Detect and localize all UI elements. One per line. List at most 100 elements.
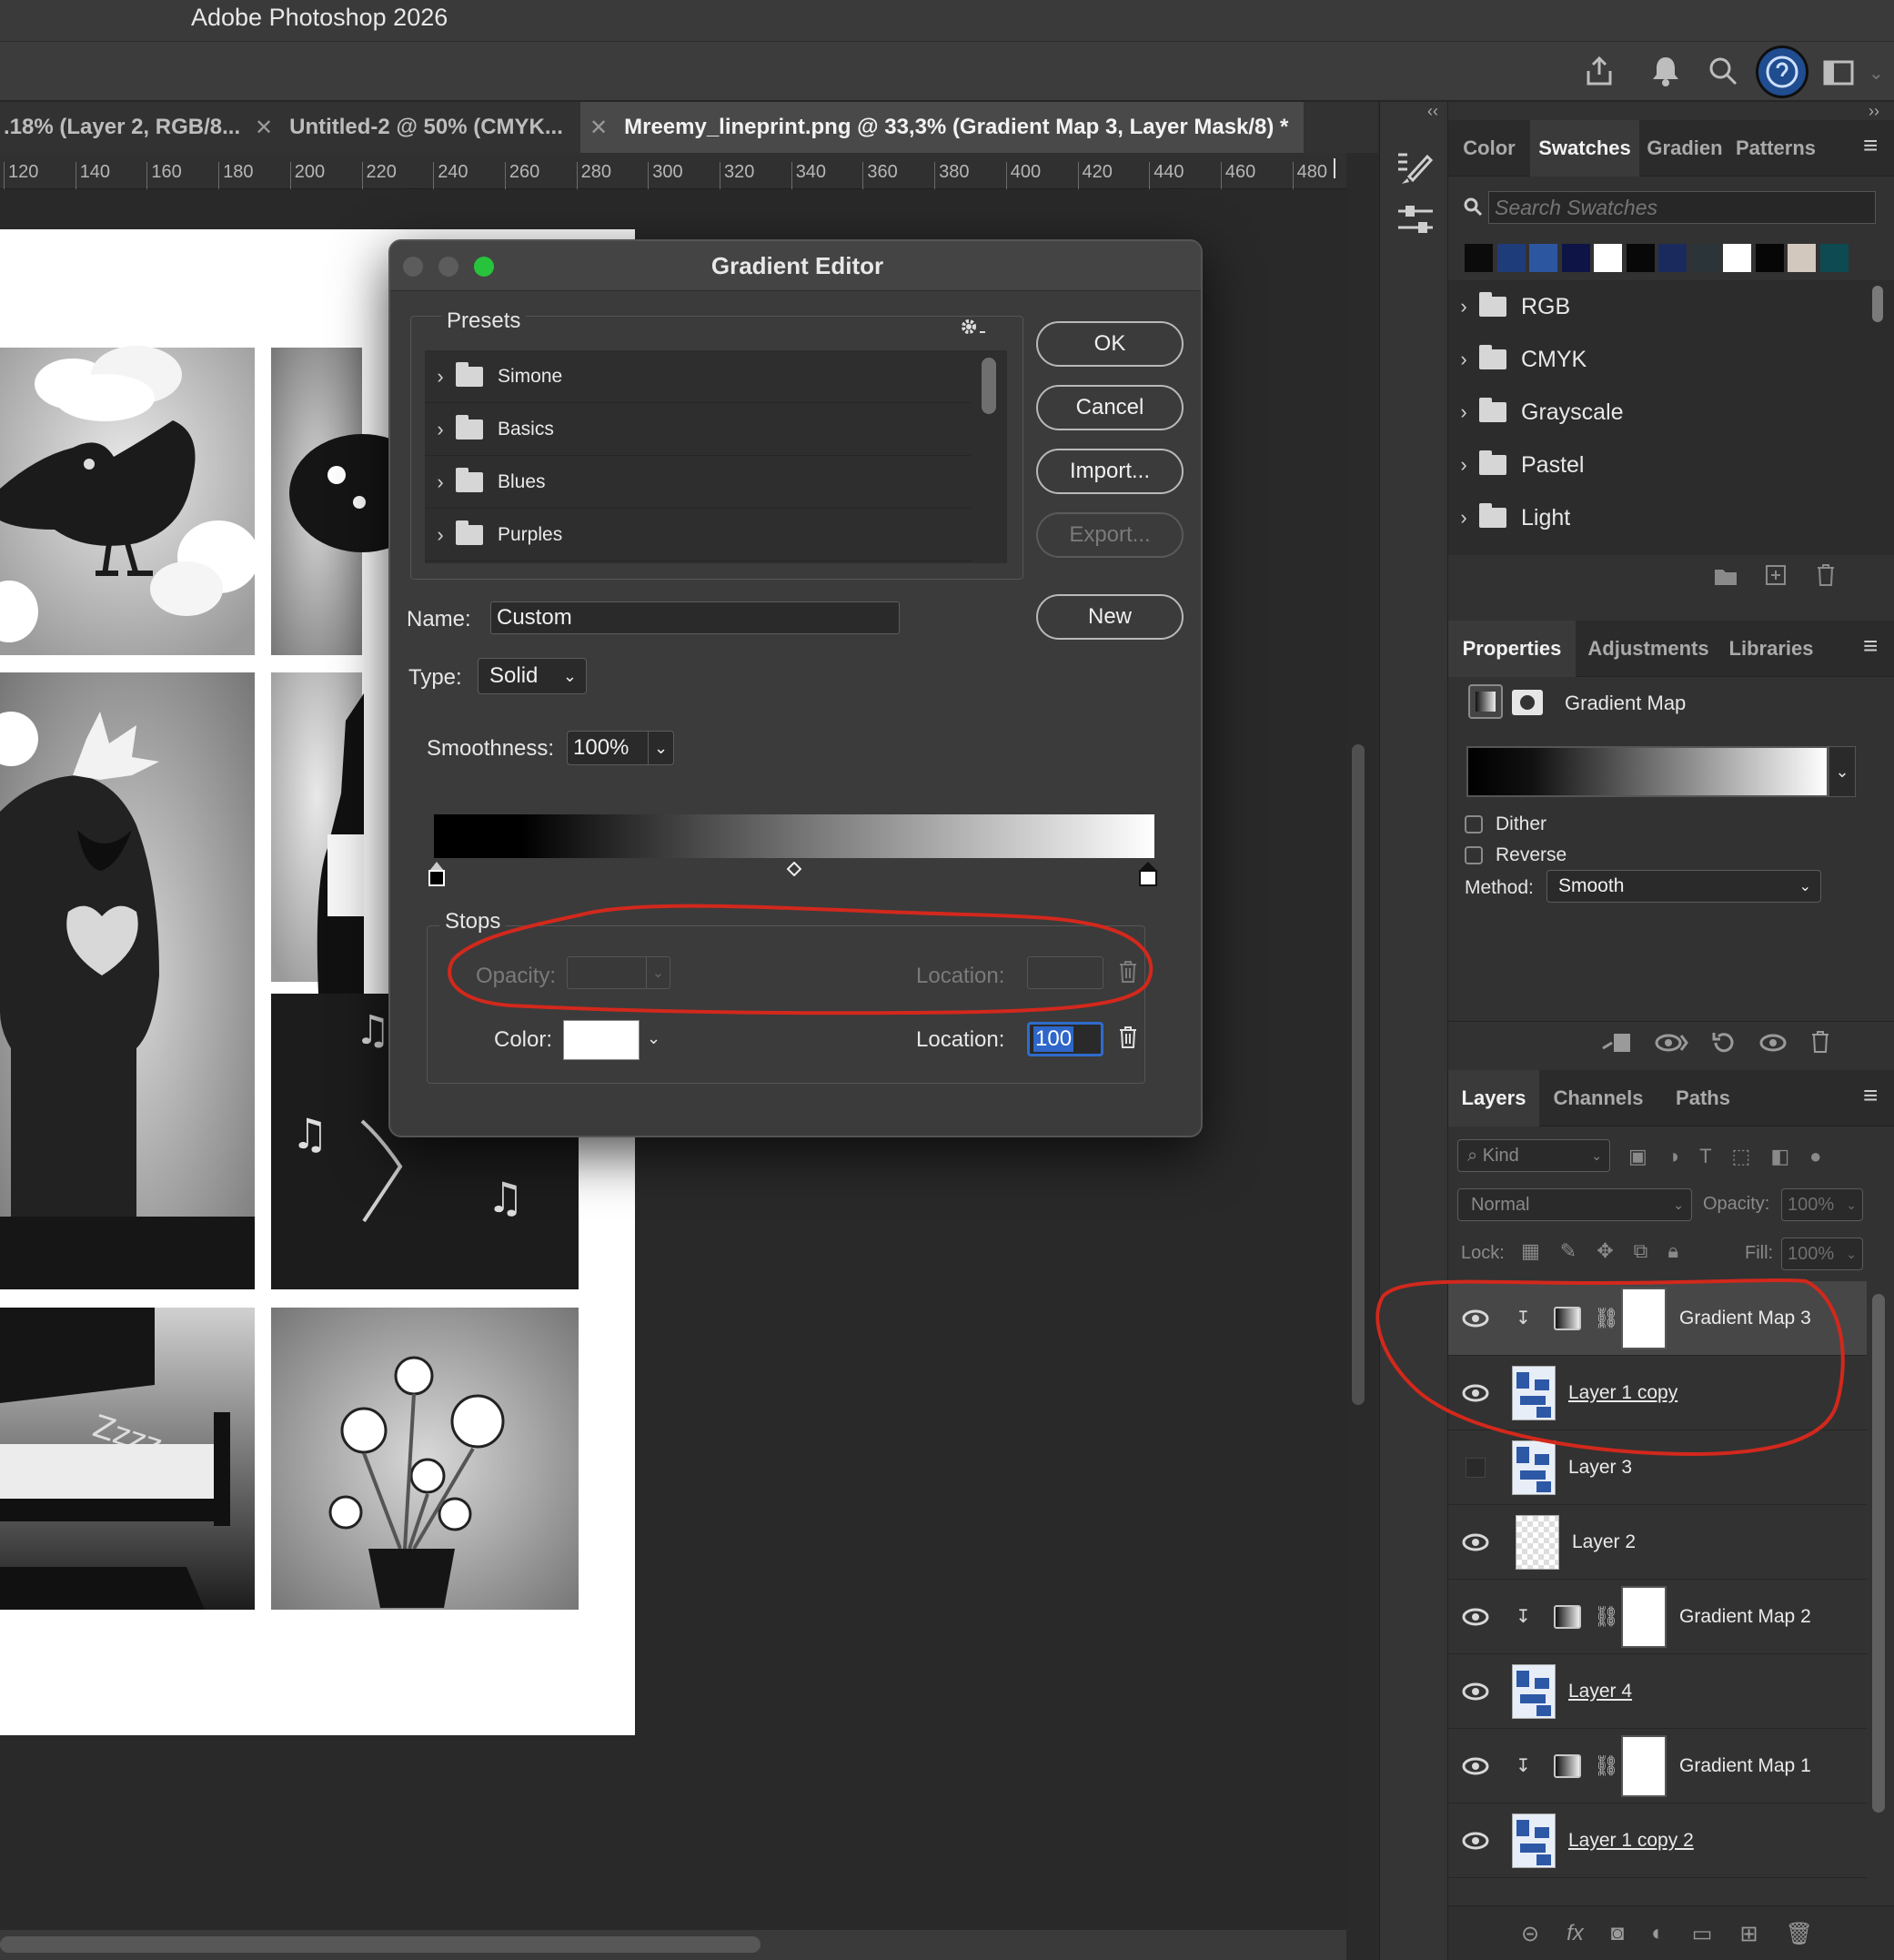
lock-transparent-icon[interactable]: ▦ (1521, 1239, 1540, 1263)
color-swatch[interactable] (1626, 244, 1655, 272)
color-swatch[interactable] (1496, 244, 1526, 272)
chevron-right-icon[interactable]: › (1448, 453, 1479, 477)
tab-properties[interactable]: Properties (1448, 621, 1576, 677)
reverse-checkbox[interactable]: Reverse (1465, 844, 1567, 866)
import-button[interactable]: Import... (1036, 449, 1184, 494)
link-layers-icon[interactable]: ⊝ (1521, 1921, 1539, 1947)
stop-color-swatch[interactable] (563, 1020, 640, 1060)
color-swatch[interactable] (1529, 244, 1557, 272)
chevron-right-icon[interactable]: › (425, 365, 456, 389)
midpoint-diamond[interactable] (787, 862, 801, 876)
gradient-preview[interactable] (1466, 746, 1829, 797)
presets-settings-gear-icon[interactable] (958, 314, 987, 339)
visibility-eye-icon[interactable] (1448, 1608, 1503, 1626)
tab-adjustments[interactable]: Adjustments (1576, 621, 1721, 677)
delete-opacity-stop-icon[interactable] (1118, 960, 1138, 984)
layer-row[interactable]: Layer 4 (1448, 1654, 1867, 1729)
layers-scroll-thumb[interactable] (1872, 1294, 1885, 1813)
color-swatch[interactable] (1594, 244, 1622, 272)
filter-kind-select[interactable]: ⌕ Kind ⌄ (1457, 1139, 1610, 1172)
trash-icon[interactable]: 🗑︎ (1786, 1921, 1813, 1947)
checkbox-box[interactable] (1465, 846, 1483, 864)
layer-thumbnail[interactable] (1516, 1514, 1559, 1570)
color-stop-left[interactable] (428, 862, 445, 887)
chevron-right-icon[interactable]: › (425, 418, 456, 441)
color-swatch[interactable] (1755, 244, 1784, 272)
reset-icon[interactable] (1710, 1030, 1736, 1056)
add-mask-icon[interactable]: ◙ (1611, 1921, 1625, 1947)
visibility-eye-icon[interactable] (1448, 1384, 1503, 1402)
folder-icon[interactable] (1714, 566, 1738, 586)
shape-filter-icon[interactable]: ⬚ (1732, 1145, 1751, 1168)
link-chain-icon[interactable]: ⛓︎ (1594, 1754, 1619, 1778)
smart-object-filter-icon[interactable]: ◧ (1770, 1145, 1789, 1168)
new-group-icon[interactable]: ▭ (1692, 1921, 1713, 1947)
panel-menu-icon[interactable]: ≡ (1863, 1081, 1878, 1110)
ok-button[interactable]: OK (1036, 321, 1184, 367)
chevron-right-icon[interactable]: › (425, 470, 456, 494)
tab-patterns[interactable]: Patterns (1730, 120, 1821, 177)
chevron-right-icon[interactable]: › (1448, 400, 1479, 424)
chevron-right-icon[interactable]: › (1448, 295, 1479, 318)
close-tab-icon[interactable]: ✕ (255, 115, 273, 141)
preset-folder-purples[interactable]: › Purples (425, 509, 971, 561)
type-filter-icon[interactable]: T (1699, 1145, 1711, 1168)
layer-row[interactable]: Layer 1 copy (1448, 1356, 1867, 1430)
swatch-scroll-thumb[interactable] (1872, 286, 1883, 322)
color-swatch[interactable] (1819, 244, 1849, 272)
name-field[interactable]: Custom (490, 601, 900, 634)
swatch-group-rgb[interactable]: › RGB (1448, 280, 1876, 333)
trash-icon[interactable] (1810, 1030, 1830, 1054)
layer-mask-icon[interactable] (1512, 690, 1543, 715)
fill-field[interactable]: 100% ⌄ (1781, 1238, 1863, 1270)
share-icon[interactable] (1583, 55, 1616, 87)
link-chain-icon[interactable]: ⛓︎ (1594, 1605, 1619, 1629)
visibility-icon[interactable] (1759, 1034, 1787, 1052)
tab-channels[interactable]: Channels (1539, 1070, 1657, 1126)
view-previous-icon[interactable] (1654, 1032, 1688, 1054)
layer-row[interactable]: Layer 1 copy 2 (1448, 1803, 1867, 1878)
trash-icon[interactable] (1816, 563, 1836, 587)
doc-tab-1[interactable]: .18% (Layer 2, RGB/8... (0, 102, 246, 153)
layer-thumbnail[interactable] (1512, 1813, 1556, 1868)
delete-color-stop-icon[interactable] (1118, 1025, 1138, 1049)
expand-chevron-icon[interactable]: ›› (1869, 102, 1879, 121)
opacity-field[interactable]: 100% ⌄ (1781, 1188, 1863, 1221)
opacity-location-field-disabled[interactable] (1027, 956, 1103, 989)
pixel-filter-icon[interactable]: ▣ (1628, 1145, 1647, 1168)
swatch-group-cmyk[interactable]: › CMYK (1448, 333, 1876, 386)
swatch-group-light[interactable]: › Light (1448, 491, 1876, 544)
new-layer-icon[interactable]: ⊞ (1739, 1921, 1758, 1947)
layer-thumbnail[interactable] (1512, 1365, 1556, 1420)
link-chain-icon[interactable]: ⛓︎ (1594, 1307, 1619, 1330)
visibility-eye-icon[interactable] (1448, 1757, 1503, 1775)
horizontal-scroll-thumb[interactable] (0, 1936, 761, 1953)
type-select[interactable]: Solid ⌄ (478, 658, 587, 694)
swatch-group-pastel[interactable]: › Pastel (1448, 439, 1876, 491)
panel-menu-icon[interactable]: ≡ (1863, 631, 1878, 661)
bell-icon[interactable] (1650, 55, 1681, 87)
cancel-button[interactable]: Cancel (1036, 385, 1184, 430)
preset-folder-blues[interactable]: › Blues (425, 456, 971, 509)
lock-artboard-icon[interactable]: ⧉ (1634, 1239, 1648, 1263)
brush-settings-icon[interactable] (1396, 149, 1435, 186)
tab-gradients[interactable]: Gradien (1639, 120, 1730, 177)
vertical-scroll-thumb[interactable] (1352, 744, 1365, 1405)
clip-to-layer-icon[interactable] (1601, 1032, 1632, 1054)
doc-tab-2[interactable]: ✕ Untitled-2 @ 50% (CMYK... (253, 102, 573, 153)
tab-libraries[interactable]: Libraries (1721, 621, 1821, 677)
layer-row[interactable]: ↧ ⛓︎ Gradient Map 1 (1448, 1729, 1867, 1803)
blend-mode-select[interactable]: Normal ⌄ (1457, 1188, 1692, 1221)
collapse-chevron-icon[interactable]: ‹‹ (1427, 102, 1438, 121)
panel-menu-icon[interactable]: ≡ (1863, 131, 1878, 160)
add-swatch-icon[interactable] (1765, 564, 1787, 586)
color-swatch[interactable] (1465, 244, 1493, 272)
swatch-group-grayscale[interactable]: › Grayscale (1448, 386, 1876, 439)
adjustment-filter-icon[interactable]: ◑ (1667, 1145, 1679, 1168)
gradient-bar[interactable] (434, 814, 1154, 858)
color-swatch[interactable] (1723, 244, 1751, 272)
layer-row[interactable]: Layer 3 (1448, 1430, 1867, 1505)
color-swatch[interactable] (1561, 244, 1590, 272)
lock-pixels-icon[interactable]: ✎ (1560, 1239, 1577, 1263)
method-select[interactable]: Smooth ⌄ (1546, 870, 1821, 903)
